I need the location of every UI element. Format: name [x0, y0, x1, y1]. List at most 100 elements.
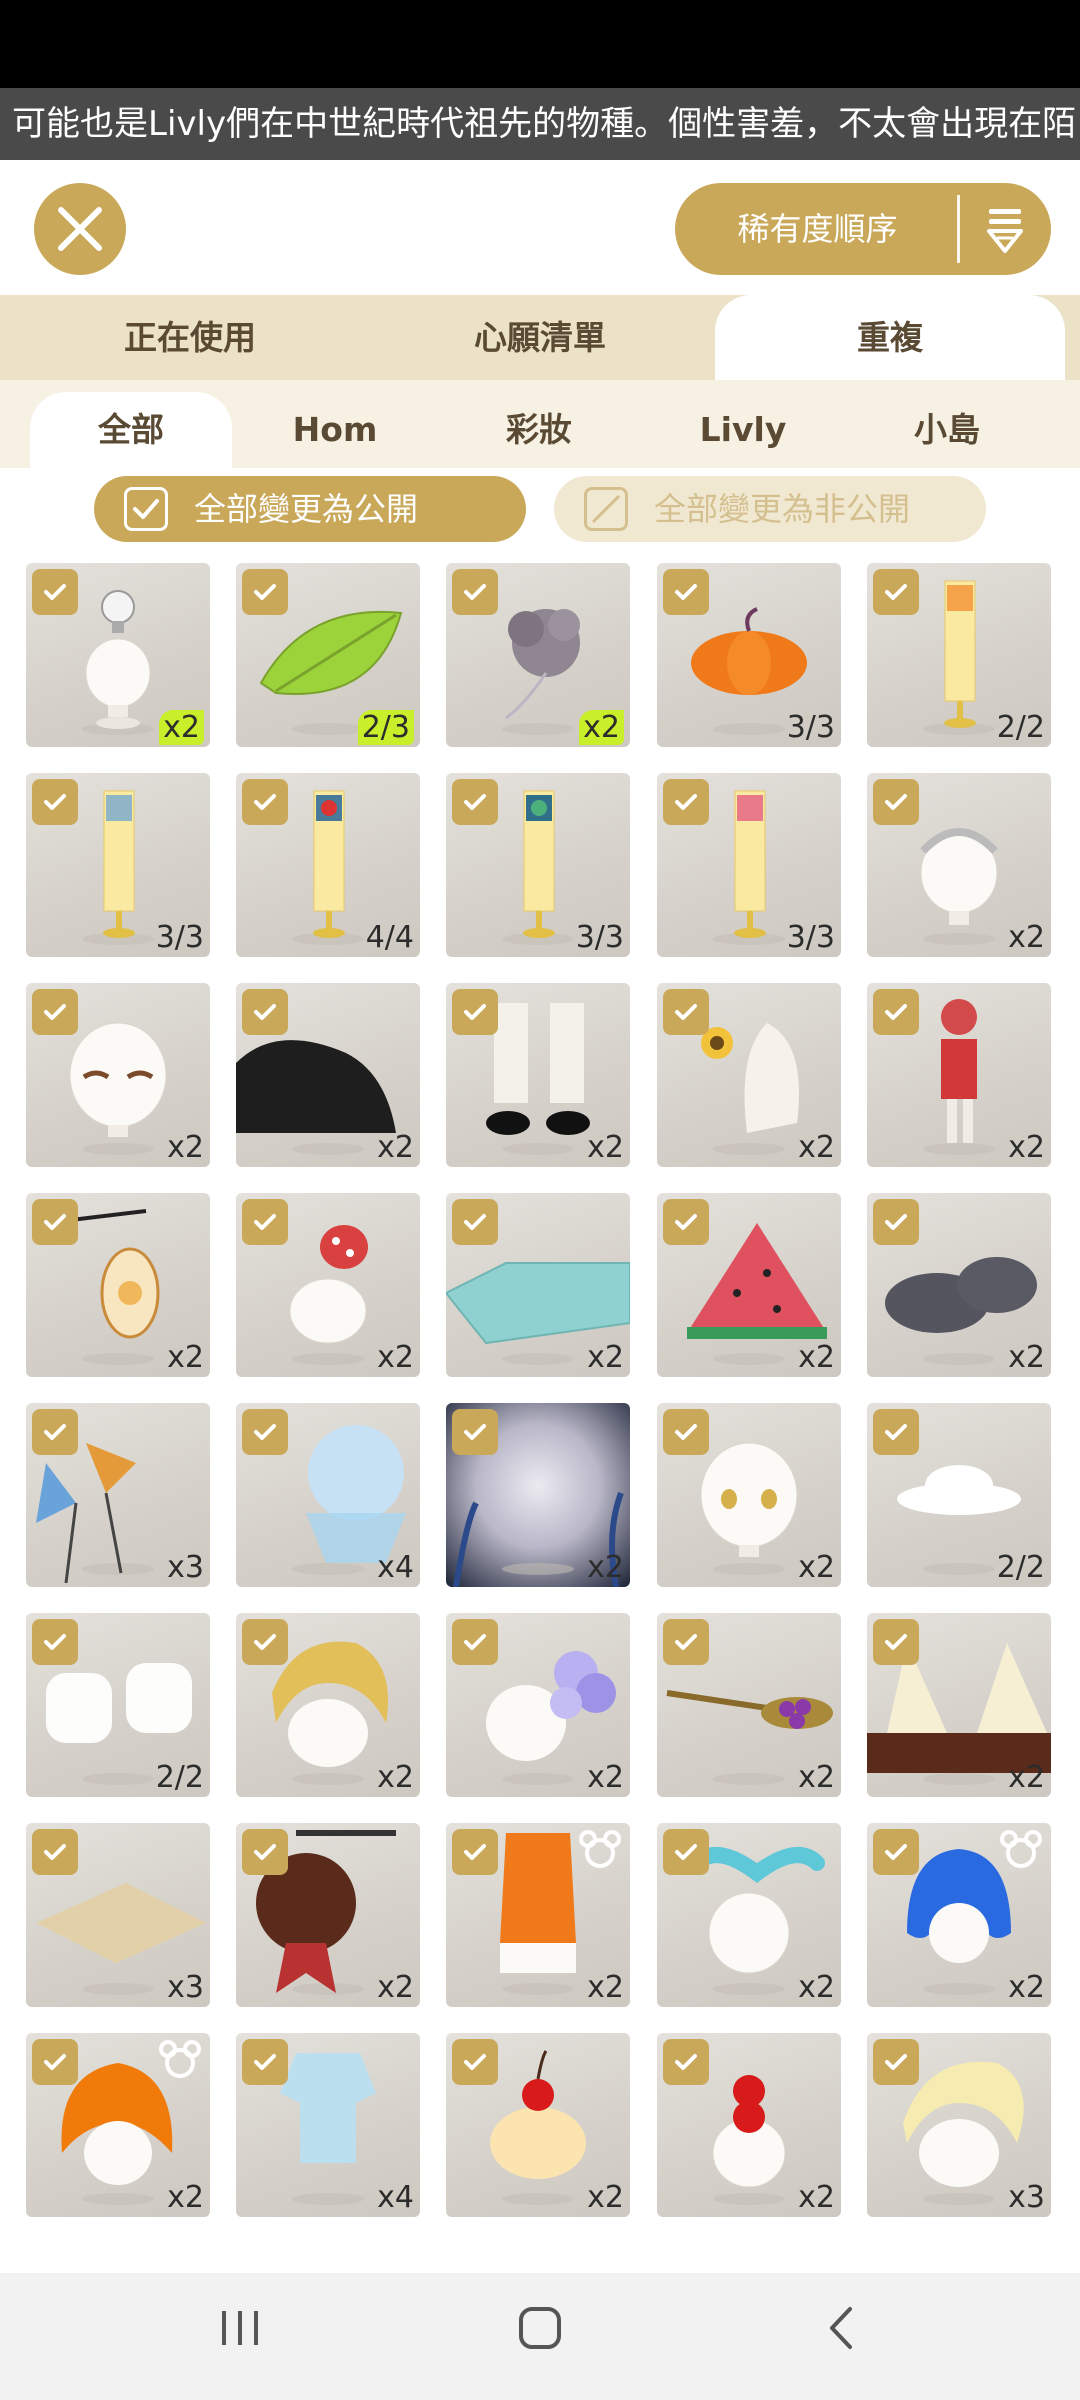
item-checkbox[interactable]: [242, 989, 288, 1035]
lightbulb-head-item[interactable]: x2: [26, 563, 210, 747]
tab-island[interactable]: 小島: [846, 392, 1048, 468]
blonde-hair-item[interactable]: x2: [236, 1613, 420, 1797]
home-icon[interactable]: [516, 2303, 564, 2353]
straw-mat-item[interactable]: x3: [26, 1823, 210, 2007]
item-checkbox[interactable]: [242, 1409, 288, 1455]
tiara-head-item[interactable]: x2: [867, 773, 1051, 957]
item-checkbox[interactable]: [32, 1199, 78, 1245]
tab-makeup[interactable]: 彩妝: [438, 392, 640, 468]
item-checkbox[interactable]: [873, 779, 919, 825]
anniversary-banner-pink-item[interactable]: 3/3: [657, 773, 841, 957]
blue-hair-item[interactable]: x2: [867, 1823, 1051, 2007]
item-checkbox[interactable]: [32, 1409, 78, 1455]
eye-makeup-item[interactable]: x2: [26, 983, 210, 1167]
shaved-ice-item[interactable]: x4: [236, 1403, 420, 1587]
pale-blonde-hair-item[interactable]: x3: [867, 2033, 1051, 2217]
item-checkbox[interactable]: [663, 569, 709, 615]
item-checkbox[interactable]: [873, 1829, 919, 1875]
item-checkbox[interactable]: [452, 2039, 498, 2085]
item-checkbox[interactable]: [242, 1619, 288, 1665]
sandwich-item[interactable]: x2: [867, 1613, 1051, 1797]
watermelon-item[interactable]: x2: [657, 1193, 841, 1377]
pinwheel-item[interactable]: x3: [26, 1403, 210, 1587]
anniversary-banner-white-item[interactable]: 3/3: [26, 773, 210, 957]
item-checkbox[interactable]: [32, 779, 78, 825]
check-icon: [464, 1844, 486, 1860]
item-checkbox[interactable]: [32, 569, 78, 615]
item-checkbox[interactable]: [873, 569, 919, 615]
grape-spoon-item[interactable]: x2: [657, 1613, 841, 1797]
cherry-head-item[interactable]: x2: [657, 2033, 841, 2217]
white-socks-shoes-item[interactable]: x2: [446, 983, 630, 1167]
blue-quilt-item[interactable]: x2: [446, 1193, 630, 1377]
item-checkbox[interactable]: [663, 989, 709, 1035]
item-checkbox[interactable]: [242, 569, 288, 615]
item-checkbox[interactable]: [873, 1199, 919, 1245]
black-fur-boots-item[interactable]: x2: [236, 983, 420, 1167]
anniversary-banner-tiger-item[interactable]: 2/2: [867, 563, 1051, 747]
yellow-eyes-item[interactable]: x2: [657, 1403, 841, 1587]
recent-apps-icon[interactable]: [218, 2303, 262, 2353]
item-checkbox[interactable]: [873, 1619, 919, 1665]
grey-stones-item[interactable]: x2: [867, 1193, 1051, 1377]
item-checkbox[interactable]: [32, 989, 78, 1035]
dark-background-item[interactable]: x2: [446, 1403, 630, 1587]
tab-all[interactable]: 全部: [30, 392, 232, 468]
item-checkbox[interactable]: [663, 1619, 709, 1665]
tab-duplicates[interactable]: 重複: [715, 295, 1065, 380]
item-checkbox[interactable]: [242, 1829, 288, 1875]
tab-livly[interactable]: Livly: [642, 392, 844, 468]
item-checkbox[interactable]: [32, 1829, 78, 1875]
tab-wishlist[interactable]: 心願清單: [385, 295, 695, 380]
item-checkbox[interactable]: [452, 569, 498, 615]
item-checkbox[interactable]: [242, 2039, 288, 2085]
item-checkbox[interactable]: [663, 1199, 709, 1245]
item-checkbox[interactable]: [452, 1829, 498, 1875]
cherry-pudding-item[interactable]: x2: [446, 2033, 630, 2217]
item-checkbox[interactable]: [873, 2039, 919, 2085]
item-checkbox[interactable]: [873, 989, 919, 1035]
leaf-item[interactable]: 2/3: [236, 563, 420, 747]
item-checkbox[interactable]: [452, 1409, 498, 1455]
pumpkin-item[interactable]: 3/3: [657, 563, 841, 747]
item-checkbox[interactable]: [242, 1199, 288, 1245]
white-hat-item[interactable]: 2/2: [867, 1403, 1051, 1587]
anniversary-banner-green-item[interactable]: 3/3: [446, 773, 630, 957]
item-checkbox[interactable]: [32, 2039, 78, 2085]
item-checkbox[interactable]: [452, 1619, 498, 1665]
item-checkbox[interactable]: [663, 779, 709, 825]
lantern-item[interactable]: x2: [26, 1193, 210, 1377]
make-all-public-button[interactable]: 全部變更為公開: [94, 476, 526, 542]
back-icon[interactable]: [822, 2303, 862, 2353]
close-button[interactable]: [34, 183, 126, 275]
bunny-ears-item[interactable]: x2: [657, 1823, 841, 2007]
item-checkbox[interactable]: [663, 2039, 709, 2085]
anniversary-banner-red-item[interactable]: 4/4: [236, 773, 420, 957]
item-checkbox[interactable]: [452, 779, 498, 825]
sort-button[interactable]: 稀有度順序: [675, 183, 1051, 275]
orange-hair-item[interactable]: x2: [26, 2033, 210, 2217]
item-checkbox[interactable]: [242, 779, 288, 825]
bakery-sign-item[interactable]: x2: [236, 1823, 420, 2007]
tab-in-use[interactable]: 正在使用: [35, 295, 345, 380]
purple-flower-item[interactable]: x2: [446, 563, 630, 747]
mushroom-hat-item[interactable]: x2: [236, 1193, 420, 1377]
check-icon: [885, 1214, 907, 1230]
sunflower-vase-item[interactable]: x2: [657, 983, 841, 1167]
blue-shirt-item[interactable]: x4: [236, 2033, 420, 2217]
red-outfit-item[interactable]: x2: [867, 983, 1051, 1167]
secondary-tabs: 全部 Hom 彩妝 Livly 小島: [0, 380, 1080, 468]
make-all-private-button[interactable]: 全部變更為非公開: [554, 476, 986, 542]
hydrangea-hair-item[interactable]: x2: [446, 1613, 630, 1797]
sort-filter-icon[interactable]: [985, 205, 1025, 255]
tab-hom[interactable]: Hom: [234, 392, 436, 468]
marshmallow-item[interactable]: 2/2: [26, 1613, 210, 1797]
item-checkbox[interactable]: [32, 1619, 78, 1665]
item-checkbox[interactable]: [663, 1829, 709, 1875]
item-checkbox[interactable]: [663, 1409, 709, 1455]
item-checkbox[interactable]: [452, 1199, 498, 1245]
item-checkbox[interactable]: [452, 989, 498, 1035]
item-count: 3/3: [575, 920, 624, 955]
orange-vest-item[interactable]: x2: [446, 1823, 630, 2007]
item-checkbox[interactable]: [873, 1409, 919, 1455]
